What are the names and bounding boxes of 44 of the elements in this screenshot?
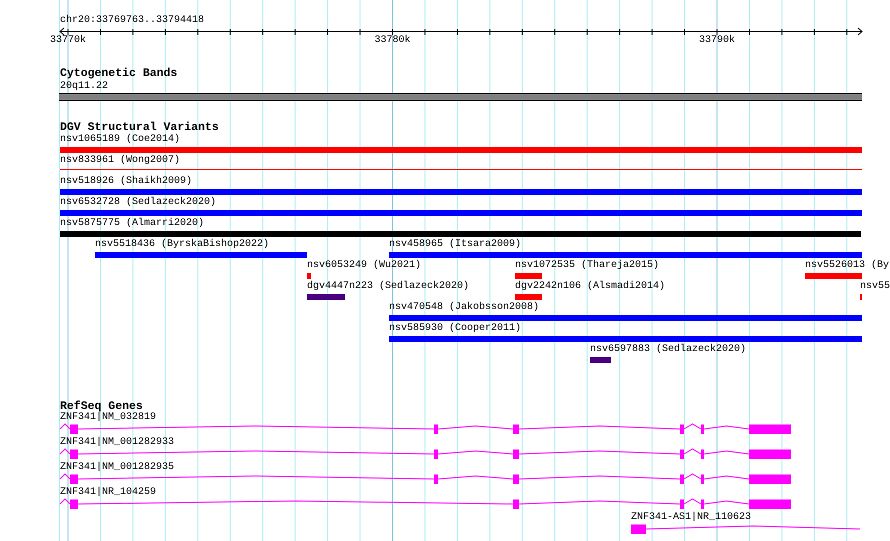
gene-label: ZNF341|NR_104259 xyxy=(60,487,156,499)
variant-bar[interactable] xyxy=(307,273,311,279)
variant-label: nsv5526013 (By xyxy=(805,260,890,272)
variant-bar[interactable] xyxy=(590,357,611,363)
variant-label: nsv1072535 (Thareja2015) xyxy=(515,260,660,272)
variant-bar[interactable] xyxy=(60,147,862,153)
variant-label: nsv458965 (Itsara2009) xyxy=(389,239,522,251)
variant-bar[interactable] xyxy=(515,273,542,279)
gene-label: ZNF341|NM_001282933 xyxy=(60,437,174,449)
variant-bar[interactable] xyxy=(60,189,862,195)
ruler-tick-label: 33780k xyxy=(374,35,410,47)
variant-label: nsv1065189 (Coe2014) xyxy=(60,134,180,146)
variant-label: nsv585930 (Cooper2011) xyxy=(389,323,522,335)
variant-label: dgv4447n223 (Sedlazeck2020) xyxy=(307,281,470,293)
band-label: 20q11.22 xyxy=(60,81,108,93)
ruler-tick-label: 33770k xyxy=(50,35,86,47)
variant-label: dgv2242n106 (Alsmadi2014) xyxy=(515,281,666,293)
gene-label: ZNF341-AS1|NR_110623 xyxy=(631,512,752,524)
track-title: RefSeq Genes xyxy=(60,400,143,413)
variant-bar[interactable] xyxy=(95,252,307,258)
variant-bar[interactable] xyxy=(60,231,861,237)
variant-bar[interactable] xyxy=(389,336,862,342)
variant-label: nsv518926 (Shaikh2009) xyxy=(60,176,192,188)
variant-label: nsv6597883 (Sedlazeck2020) xyxy=(590,344,746,356)
variant-label: nsv5518436 (ByrskaBishop2022) xyxy=(95,239,270,251)
variant-line[interactable] xyxy=(60,169,862,170)
location-label: chr20:33769763..33794418 xyxy=(60,15,204,27)
variant-label: nsv5875775 (Almarri2020) xyxy=(60,218,204,230)
gene-label: ZNF341|NM_001282935 xyxy=(60,462,174,474)
variant-label: nsv470548 (Jakobsson2008) xyxy=(389,302,540,314)
variant-bar[interactable] xyxy=(389,315,862,321)
variant-bar[interactable] xyxy=(389,252,862,258)
variant-bar[interactable] xyxy=(515,294,542,300)
variant-bar[interactable] xyxy=(60,210,862,216)
variant-bar[interactable] xyxy=(805,273,862,279)
variant-label: nsv833961 (Wong2007) xyxy=(60,155,180,167)
track-title: DGV Structural Variants xyxy=(60,121,219,134)
ruler-tick-label: 33790k xyxy=(699,35,735,47)
variant-bar[interactable] xyxy=(307,294,345,300)
track-title: Cytogenetic Bands xyxy=(60,67,178,80)
variant-label: nsv6532728 (Sedlazeck2020) xyxy=(60,197,216,209)
variant-label: nsv55 xyxy=(860,281,890,293)
gene-label: ZNF341|NM_032819 xyxy=(60,412,156,424)
variant-label: nsv6053249 (Wu2021) xyxy=(307,260,422,272)
